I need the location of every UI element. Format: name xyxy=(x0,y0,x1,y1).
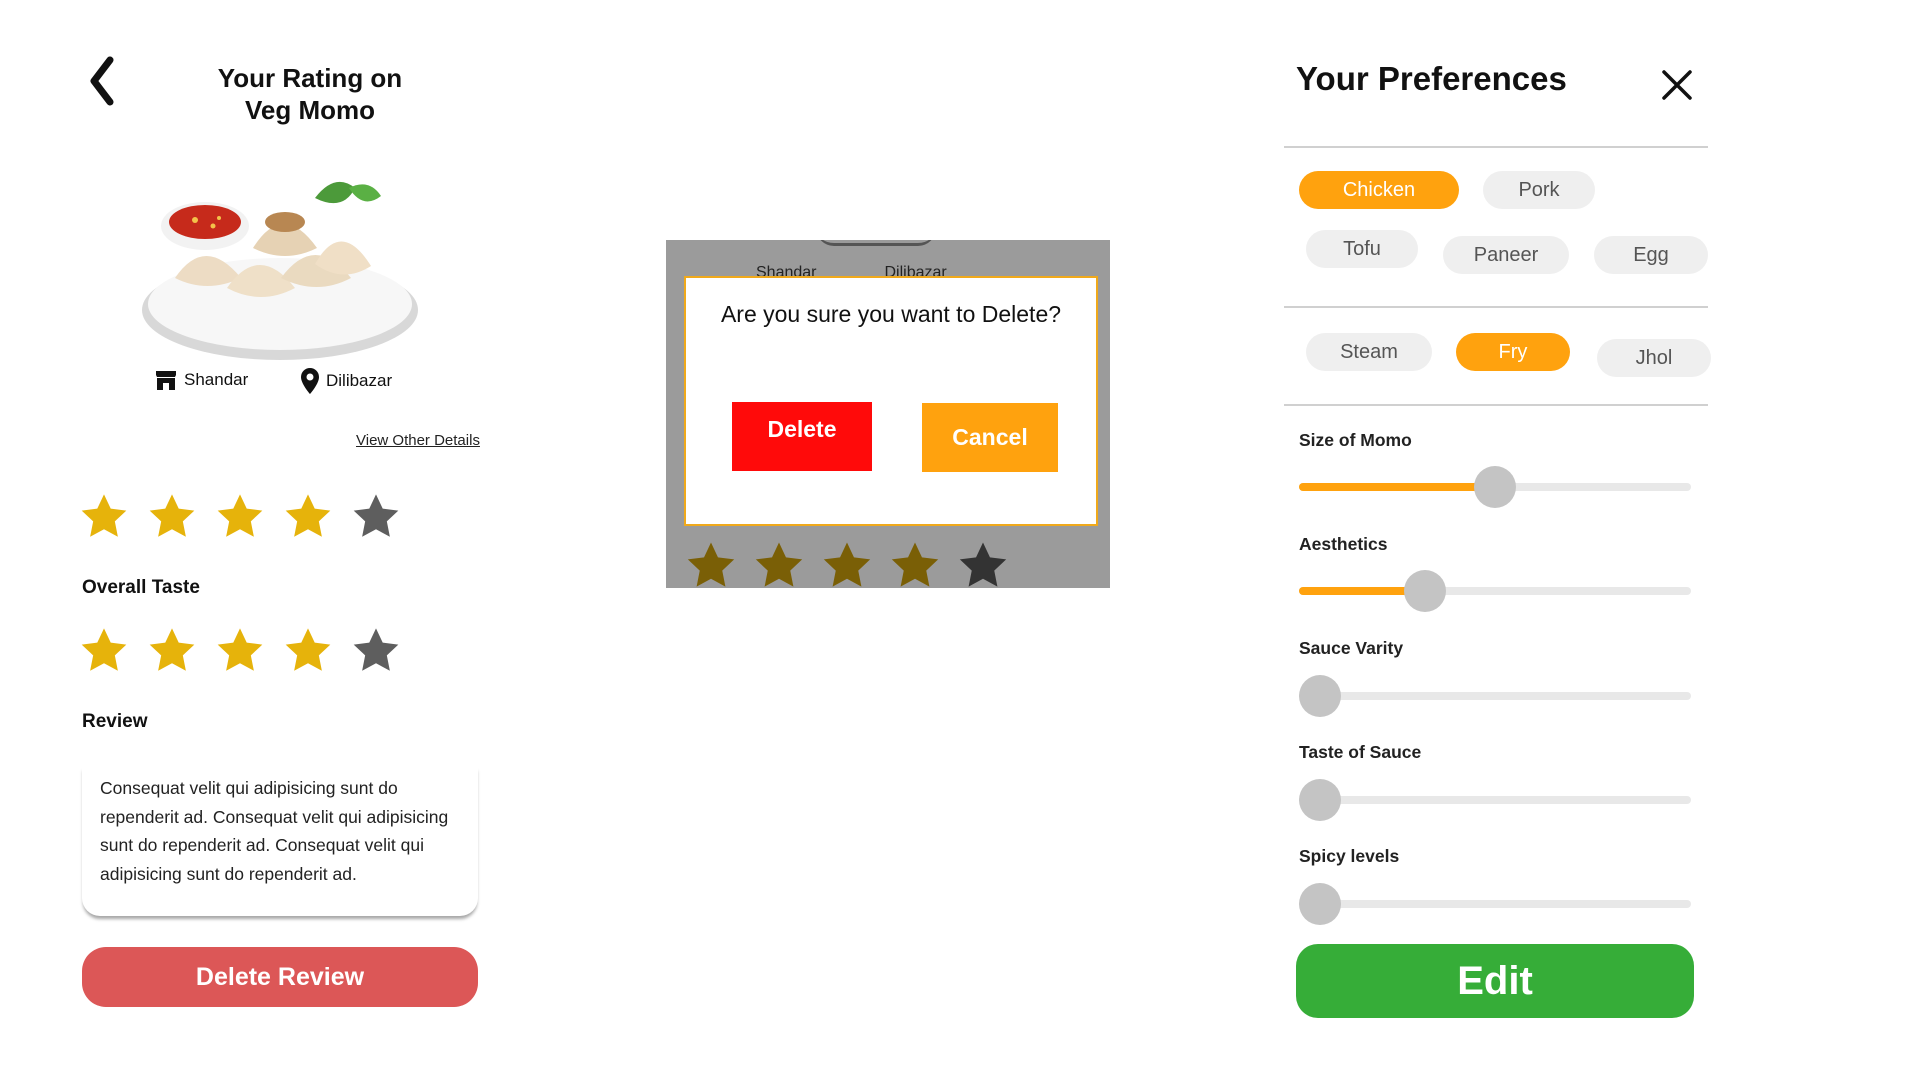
slider-label-spicy: Spicy levels xyxy=(1299,846,1400,866)
chip-jhol[interactable]: Jhol xyxy=(1597,339,1711,377)
cancel-button[interactable]: Cancel xyxy=(922,403,1058,472)
star-filled-icon[interactable] xyxy=(214,624,266,676)
slider-label-sauce-varity: Sauce Varity xyxy=(1299,638,1404,658)
delete-review-button[interactable]: Delete Review xyxy=(82,947,478,1007)
shop-name: Shandar xyxy=(184,370,249,389)
page-title: Your Rating on Veg Momo xyxy=(160,62,460,126)
review-label: Review xyxy=(82,711,148,732)
taste-label: Overall Taste xyxy=(82,577,200,598)
restaurant-meta: Shandar Dilibazar xyxy=(150,368,510,398)
chip-label: Egg xyxy=(1633,243,1669,266)
chip-egg[interactable]: Egg xyxy=(1594,236,1708,274)
edit-button[interactable]: Edit xyxy=(1296,944,1694,1018)
divider xyxy=(1284,146,1708,148)
chip-label: Paneer xyxy=(1473,243,1539,266)
slider-thumb[interactable] xyxy=(1299,779,1341,821)
dimmed-background xyxy=(816,240,936,246)
star-filled-icon xyxy=(755,542,803,587)
star-filled-icon xyxy=(891,542,939,587)
star-filled-icon[interactable] xyxy=(78,490,130,542)
star-filled-icon[interactable] xyxy=(282,490,334,542)
review-text[interactable]: Consequat velit qui adipisicing sunt do … xyxy=(82,766,478,916)
chip-fry[interactable]: Fry xyxy=(1456,333,1570,371)
chip-steam[interactable]: Steam xyxy=(1306,333,1432,371)
title-line-1: Your Rating on xyxy=(217,63,403,93)
slider-thumb[interactable] xyxy=(1404,570,1446,612)
star-filled-icon xyxy=(687,542,735,587)
title-line-2: Veg Momo xyxy=(244,95,375,125)
star-empty-icon[interactable] xyxy=(350,624,402,676)
chip-label: Jhol xyxy=(1635,346,1673,369)
confirm-delete-button[interactable]: Delete xyxy=(732,402,872,471)
chip-label: Chicken xyxy=(1342,178,1416,201)
shop: Shandar xyxy=(154,368,248,392)
chip-tofu[interactable]: Tofu xyxy=(1306,230,1418,268)
aesthetics-slider[interactable] xyxy=(1299,570,1691,612)
star-filled-icon[interactable] xyxy=(78,624,130,676)
delete-dialog-overlay: Shandar Dilibazar Are you sure you want t… xyxy=(666,240,1110,588)
spicy-levels-slider[interactable] xyxy=(1299,883,1691,925)
taste-of-sauce-slider[interactable] xyxy=(1299,779,1691,821)
slider-label-size: Size of Momo xyxy=(1299,430,1412,450)
slider-label-taste-of-sauce: Taste of Sauce xyxy=(1299,742,1422,762)
rating-screen: Your Rating on Veg Momo Shandar Dilibaza… xyxy=(0,0,600,1080)
slider-thumb[interactable] xyxy=(1299,883,1341,925)
star-filled-icon[interactable] xyxy=(146,624,198,676)
star-empty-icon xyxy=(959,542,1007,587)
star-filled-icon[interactable] xyxy=(146,490,198,542)
dialog-message: Are you sure you want to Delete? xyxy=(720,301,1062,327)
star-filled-icon[interactable] xyxy=(282,624,334,676)
slider-label-aesthetics: Aesthetics xyxy=(1299,534,1388,554)
rating-stars[interactable] xyxy=(78,490,408,550)
location: Dilibazar xyxy=(300,368,392,394)
preferences-title: Your Preferences xyxy=(1296,60,1567,97)
dimmed-stars xyxy=(684,538,1010,588)
divider xyxy=(1284,306,1708,308)
store-icon xyxy=(156,371,176,390)
momo-photo xyxy=(142,181,418,360)
star-filled-icon xyxy=(823,542,871,587)
sauce-varity-slider[interactable] xyxy=(1299,675,1691,717)
location-pin-icon xyxy=(301,368,319,394)
chip-pork[interactable]: Pork xyxy=(1483,171,1595,209)
chip-label: Pork xyxy=(1518,178,1560,201)
star-filled-icon[interactable] xyxy=(214,490,266,542)
chip-label: Steam xyxy=(1340,340,1398,363)
confirm-dialog: Are you sure you want to Delete? Delete … xyxy=(684,276,1098,526)
close-icon[interactable] xyxy=(1660,68,1694,102)
divider xyxy=(1284,404,1708,406)
chip-label: Fry xyxy=(1498,340,1528,363)
chip-label: Tofu xyxy=(1343,237,1381,260)
size-slider[interactable] xyxy=(1299,466,1691,508)
chip-paneer[interactable]: Paneer xyxy=(1443,236,1569,274)
location-name: Dilibazar xyxy=(326,371,393,390)
back-chevron-icon[interactable] xyxy=(84,56,120,106)
slider-thumb[interactable] xyxy=(1299,675,1341,717)
chip-chicken[interactable]: Chicken xyxy=(1299,171,1459,209)
slider-thumb[interactable] xyxy=(1474,466,1516,508)
view-other-details-link[interactable]: View Other Details xyxy=(356,432,480,449)
taste-rating-stars[interactable] xyxy=(78,624,408,684)
star-empty-icon[interactable] xyxy=(350,490,402,542)
